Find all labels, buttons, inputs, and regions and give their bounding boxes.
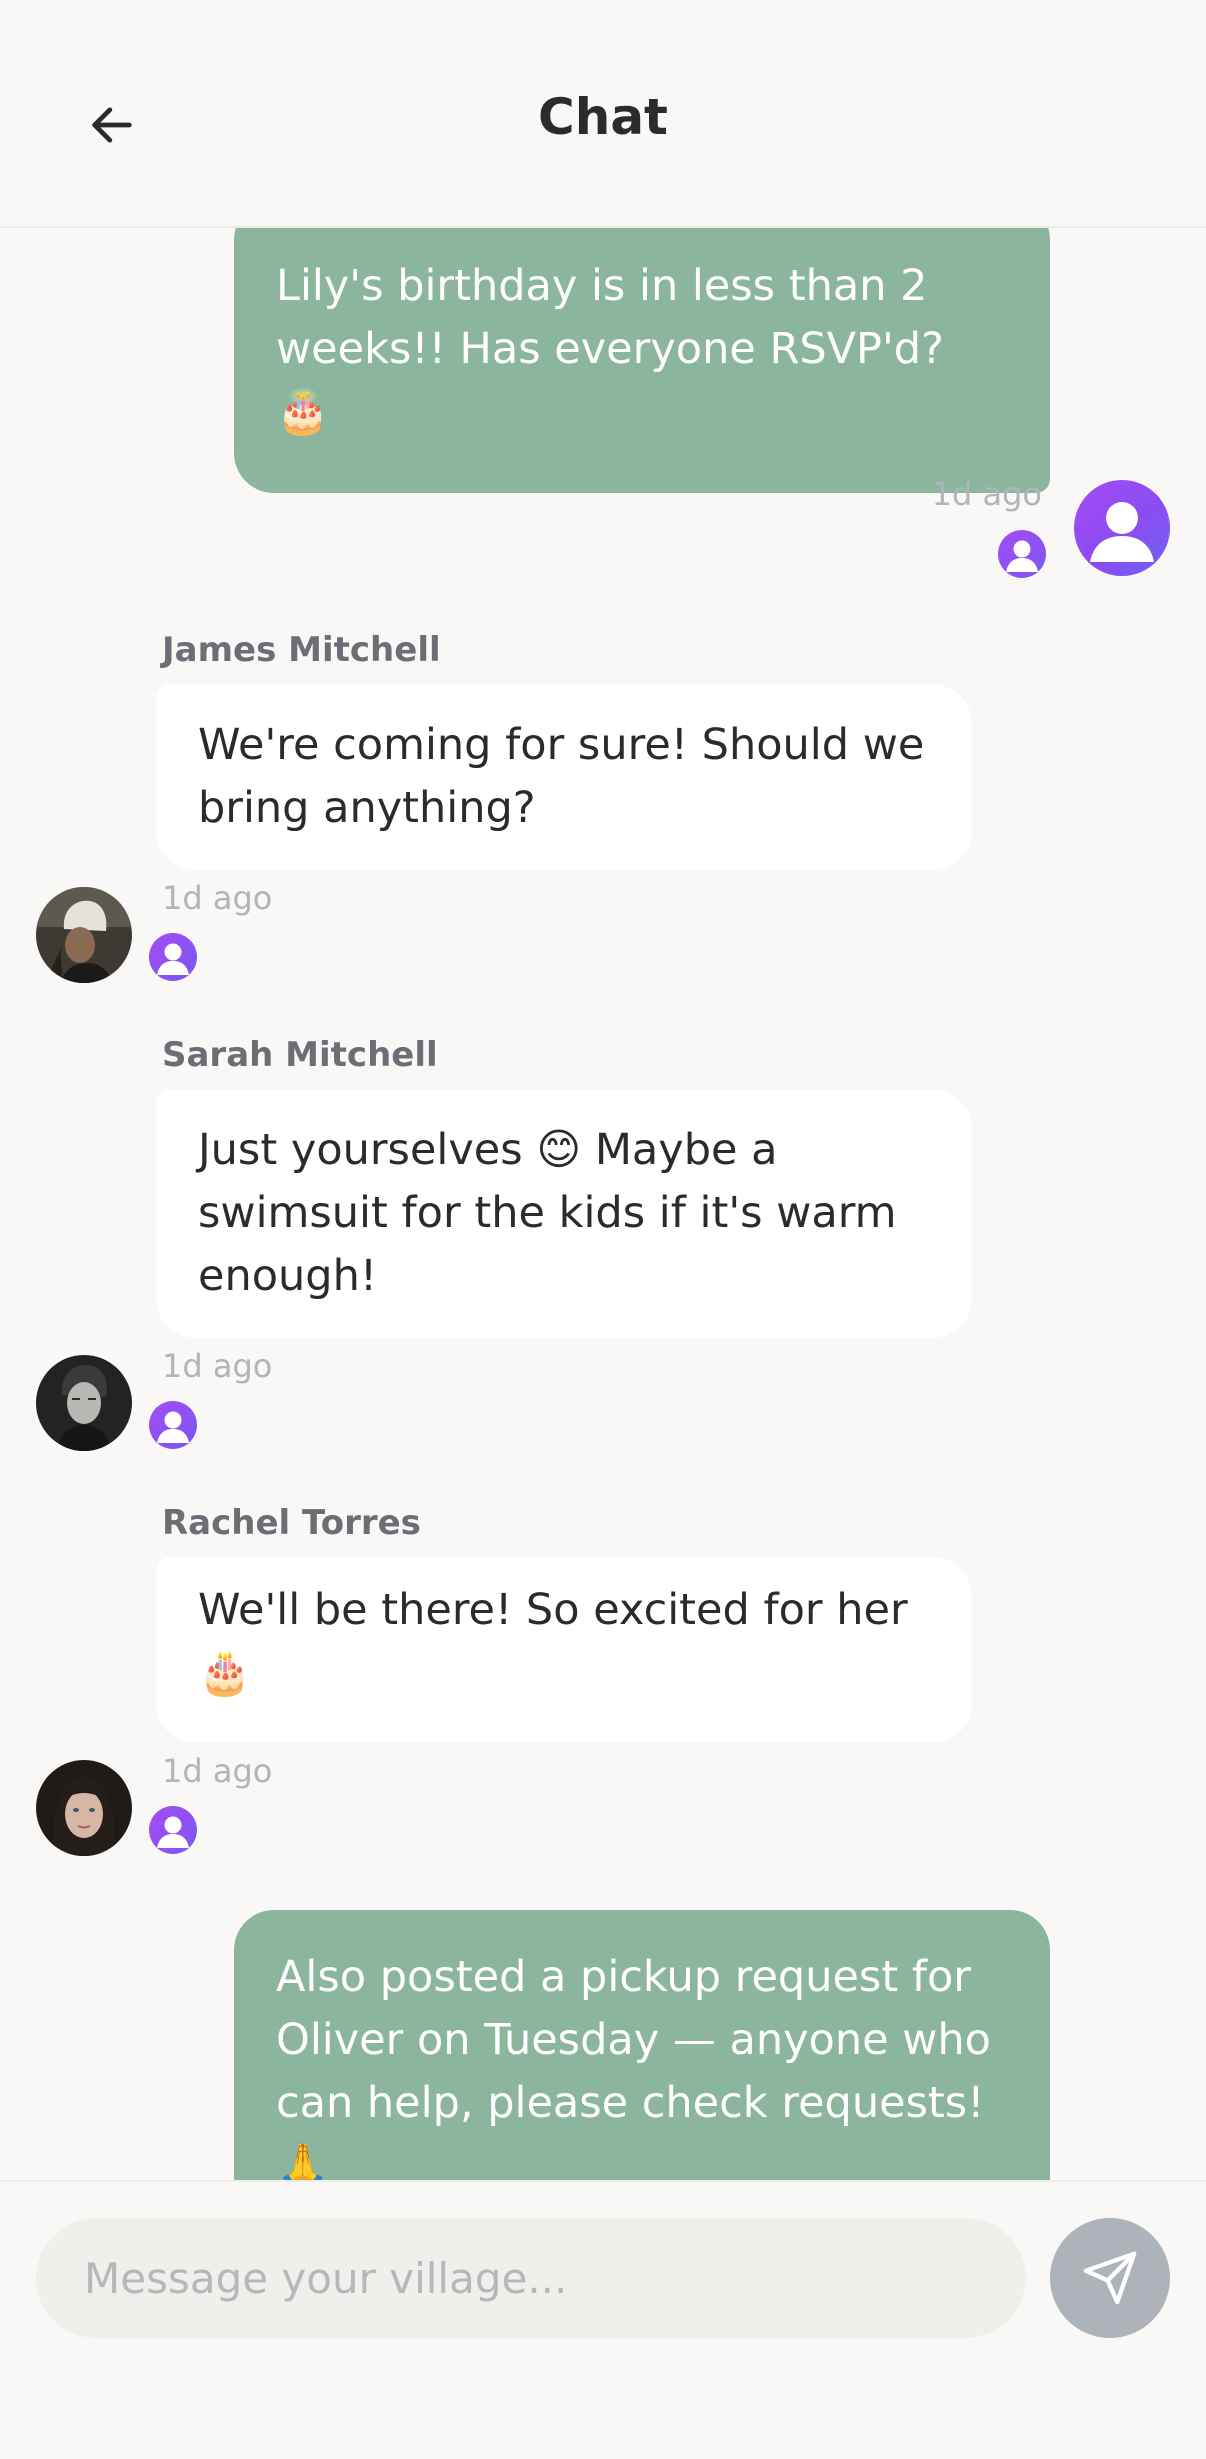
send-button[interactable] [1050,2218,1170,2338]
message-text: We'll be there! So excited for her 🎂 [198,1585,908,1698]
message-list[interactable]: Lily's birthday is in less than 2 weeks!… [0,228,1206,2180]
message-text: We're coming for sure! Should we bring a… [198,720,925,833]
read-receipt-avatar [149,933,197,981]
message-timestamp: 1d ago [162,879,273,917]
message-input[interactable] [36,2218,1026,2338]
person-photo-icon [36,887,132,983]
person-photo-icon [36,1760,132,1856]
send-icon [1083,2251,1137,2305]
avatar-rachel-torres [36,1760,132,1856]
person-photo-icon [36,1355,132,1451]
read-receipt-avatar [149,1806,197,1854]
message-timestamp: 1d ago [931,475,1042,513]
user-icon [157,943,189,975]
read-receipt-avatar [998,530,1046,578]
message-text: Lily's birthday is in less than 2 weeks!… [276,261,944,437]
message-bubble[interactable]: Just yourselves 😊 Maybe a swimsuit for t… [156,1089,972,1338]
message-text: Also posted a pickup request for Oliver … [276,1952,991,2180]
chat-screen: Chat Lily's birthday is in less than 2 w… [0,0,1206,2459]
user-icon [1006,540,1038,572]
header: Chat [0,0,1206,228]
user-icon [1090,502,1154,562]
avatar-james-mitchell [36,887,132,983]
my-avatar [1074,480,1170,576]
sender-name: Sarah Mitchell [162,1035,438,1075]
message-timestamp: 1d ago [162,1347,273,1385]
message-timestamp: 1d ago [162,1752,273,1790]
sender-name: Rachel Torres [162,1503,421,1543]
user-icon [157,1411,189,1443]
message-bubble[interactable]: We're coming for sure! Should we bring a… [156,684,972,870]
sender-name: James Mitchell [162,630,441,670]
my-message-bubble[interactable]: Lily's birthday is in less than 2 weeks!… [234,228,1050,493]
avatar-sarah-mitchell [36,1355,132,1451]
my-message-bubble[interactable]: Also posted a pickup request for Oliver … [234,1910,1050,2180]
read-receipt-avatar [149,1401,197,1449]
page-title: Chat [538,88,668,146]
user-icon [157,1816,189,1848]
message-bubble[interactable]: We'll be there! So excited for her 🎂 [156,1557,972,1743]
message-text: Just yourselves 😊 Maybe a swimsuit for t… [198,1125,897,1301]
composer [0,2180,1206,2459]
